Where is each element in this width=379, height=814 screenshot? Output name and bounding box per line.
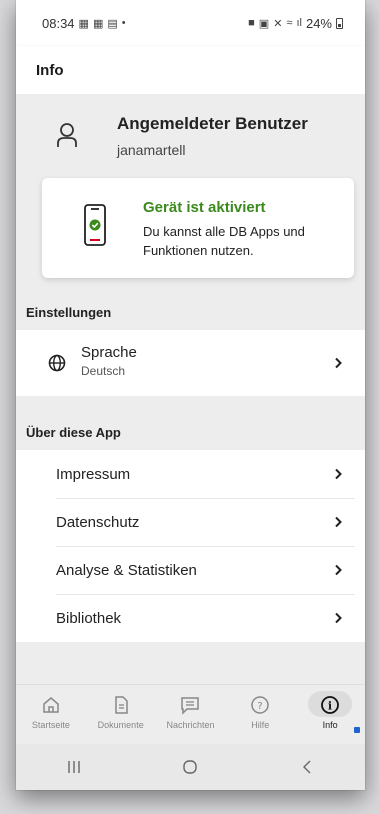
app-header: Info xyxy=(16,46,365,94)
recents-button[interactable] xyxy=(44,760,104,774)
library-row[interactable]: Bibliothek xyxy=(16,594,365,642)
about-list: Impressum Datenschutz Analyse & Statisti… xyxy=(16,450,365,642)
battery-icon xyxy=(336,17,343,29)
phone-check-icon xyxy=(84,204,106,246)
nav-label-nachrichten: Nachrichten xyxy=(166,720,215,730)
notification-icon: ▦ xyxy=(92,17,104,30)
dot-icon: • xyxy=(121,17,126,29)
chevron-right-icon xyxy=(335,516,342,528)
analytics-label: Analyse & Statistiken xyxy=(56,561,197,579)
about-heading: Über diese App xyxy=(26,424,121,440)
device-status-title: Gerät ist aktiviert xyxy=(143,199,266,216)
status-right: ■ ▣ ✕ ≈ ıl 24% xyxy=(248,16,343,31)
username: janamartell xyxy=(117,142,186,158)
notification-badge xyxy=(354,727,361,733)
device-status-card: Gerät ist aktiviert Du kannst alle DB Ap… xyxy=(42,178,354,278)
recents-icon xyxy=(68,761,80,773)
nav-label-info: Info xyxy=(322,720,338,730)
briefcase-icon: ■ xyxy=(248,17,255,29)
system-navigation xyxy=(16,744,365,790)
globe-icon xyxy=(48,354,66,372)
datenschutz-label: Datenschutz xyxy=(56,513,140,531)
user-block: Angemeldeter Benutzer janamartell xyxy=(16,94,365,174)
language-row[interactable]: Sprache Deutsch xyxy=(16,330,365,396)
page-title: Info xyxy=(36,61,64,79)
battery-percent: 24% xyxy=(305,15,332,31)
home-icon xyxy=(43,697,59,713)
impressum-row[interactable]: Impressum xyxy=(16,450,365,498)
user-icon xyxy=(57,123,77,147)
document-icon xyxy=(114,696,128,714)
language-label: Sprache xyxy=(81,344,137,361)
library-label: Bibliothek xyxy=(56,609,122,627)
user-heading: Angemeldeter Benutzer xyxy=(117,114,308,133)
notification-icon: ▦ xyxy=(78,17,89,30)
bottom-navigation: Startseite Dokumente Nachrichten ? Hilfe… xyxy=(16,684,365,744)
signal-icon: ıl xyxy=(296,17,302,29)
message-icon xyxy=(181,697,200,715)
back-chevron-icon xyxy=(302,760,311,774)
nav-label-dokumente: Dokumente xyxy=(97,720,144,730)
wifi-icon: ≈ xyxy=(286,17,293,29)
home-button[interactable] xyxy=(160,759,220,775)
home-circle-icon xyxy=(183,760,198,774)
svg-text:?: ? xyxy=(258,701,263,712)
nav-label-startseite: Startseite xyxy=(31,720,70,730)
analytics-row[interactable]: Analyse & Statistiken xyxy=(16,546,365,594)
status-time: 08:34 xyxy=(42,15,75,31)
language-value: Deutsch xyxy=(81,364,126,378)
lock-icon: ▣ xyxy=(258,17,270,30)
info-icon: i xyxy=(321,696,339,714)
content-area: Angemeldeter Benutzer janamartell Gerät … xyxy=(16,94,365,684)
nav-hilfe[interactable]: ? Hilfe xyxy=(230,695,290,730)
device-status-description: Du kannst alle DB Apps und Funktionen nu… xyxy=(143,224,305,258)
nav-info[interactable]: i Info xyxy=(300,691,361,733)
settings-list: Sprache Deutsch xyxy=(16,330,365,396)
chevron-right-icon xyxy=(335,612,342,624)
mute-icon: ✕ xyxy=(273,17,283,30)
phone-screen: 08:34 ▦ ▦ ▤ • ■ ▣ ✕ ≈ ıl 24% Info Angeme… xyxy=(16,0,365,790)
calendar-icon: ▤ xyxy=(107,17,118,30)
impressum-label: Impressum xyxy=(56,465,131,483)
nav-label-hilfe: Hilfe xyxy=(251,720,270,730)
help-icon: ? xyxy=(251,696,270,714)
chevron-right-icon xyxy=(335,468,342,480)
nav-nachrichten[interactable]: Nachrichten xyxy=(160,695,220,730)
chevron-right-icon xyxy=(335,564,342,576)
datenschutz-row[interactable]: Datenschutz xyxy=(16,498,365,546)
svg-text:i: i xyxy=(328,700,332,713)
back-button[interactable] xyxy=(277,759,337,775)
status-bar: 08:34 ▦ ▦ ▤ • ■ ▣ ✕ ≈ ıl 24% xyxy=(16,0,365,46)
settings-heading: Einstellungen xyxy=(26,304,112,320)
nav-startseite[interactable]: Startseite xyxy=(21,695,81,730)
status-left: 08:34 ▦ ▦ ▤ • xyxy=(42,16,126,31)
nav-dokumente[interactable]: Dokumente xyxy=(91,695,151,730)
chevron-right-icon xyxy=(335,357,342,369)
